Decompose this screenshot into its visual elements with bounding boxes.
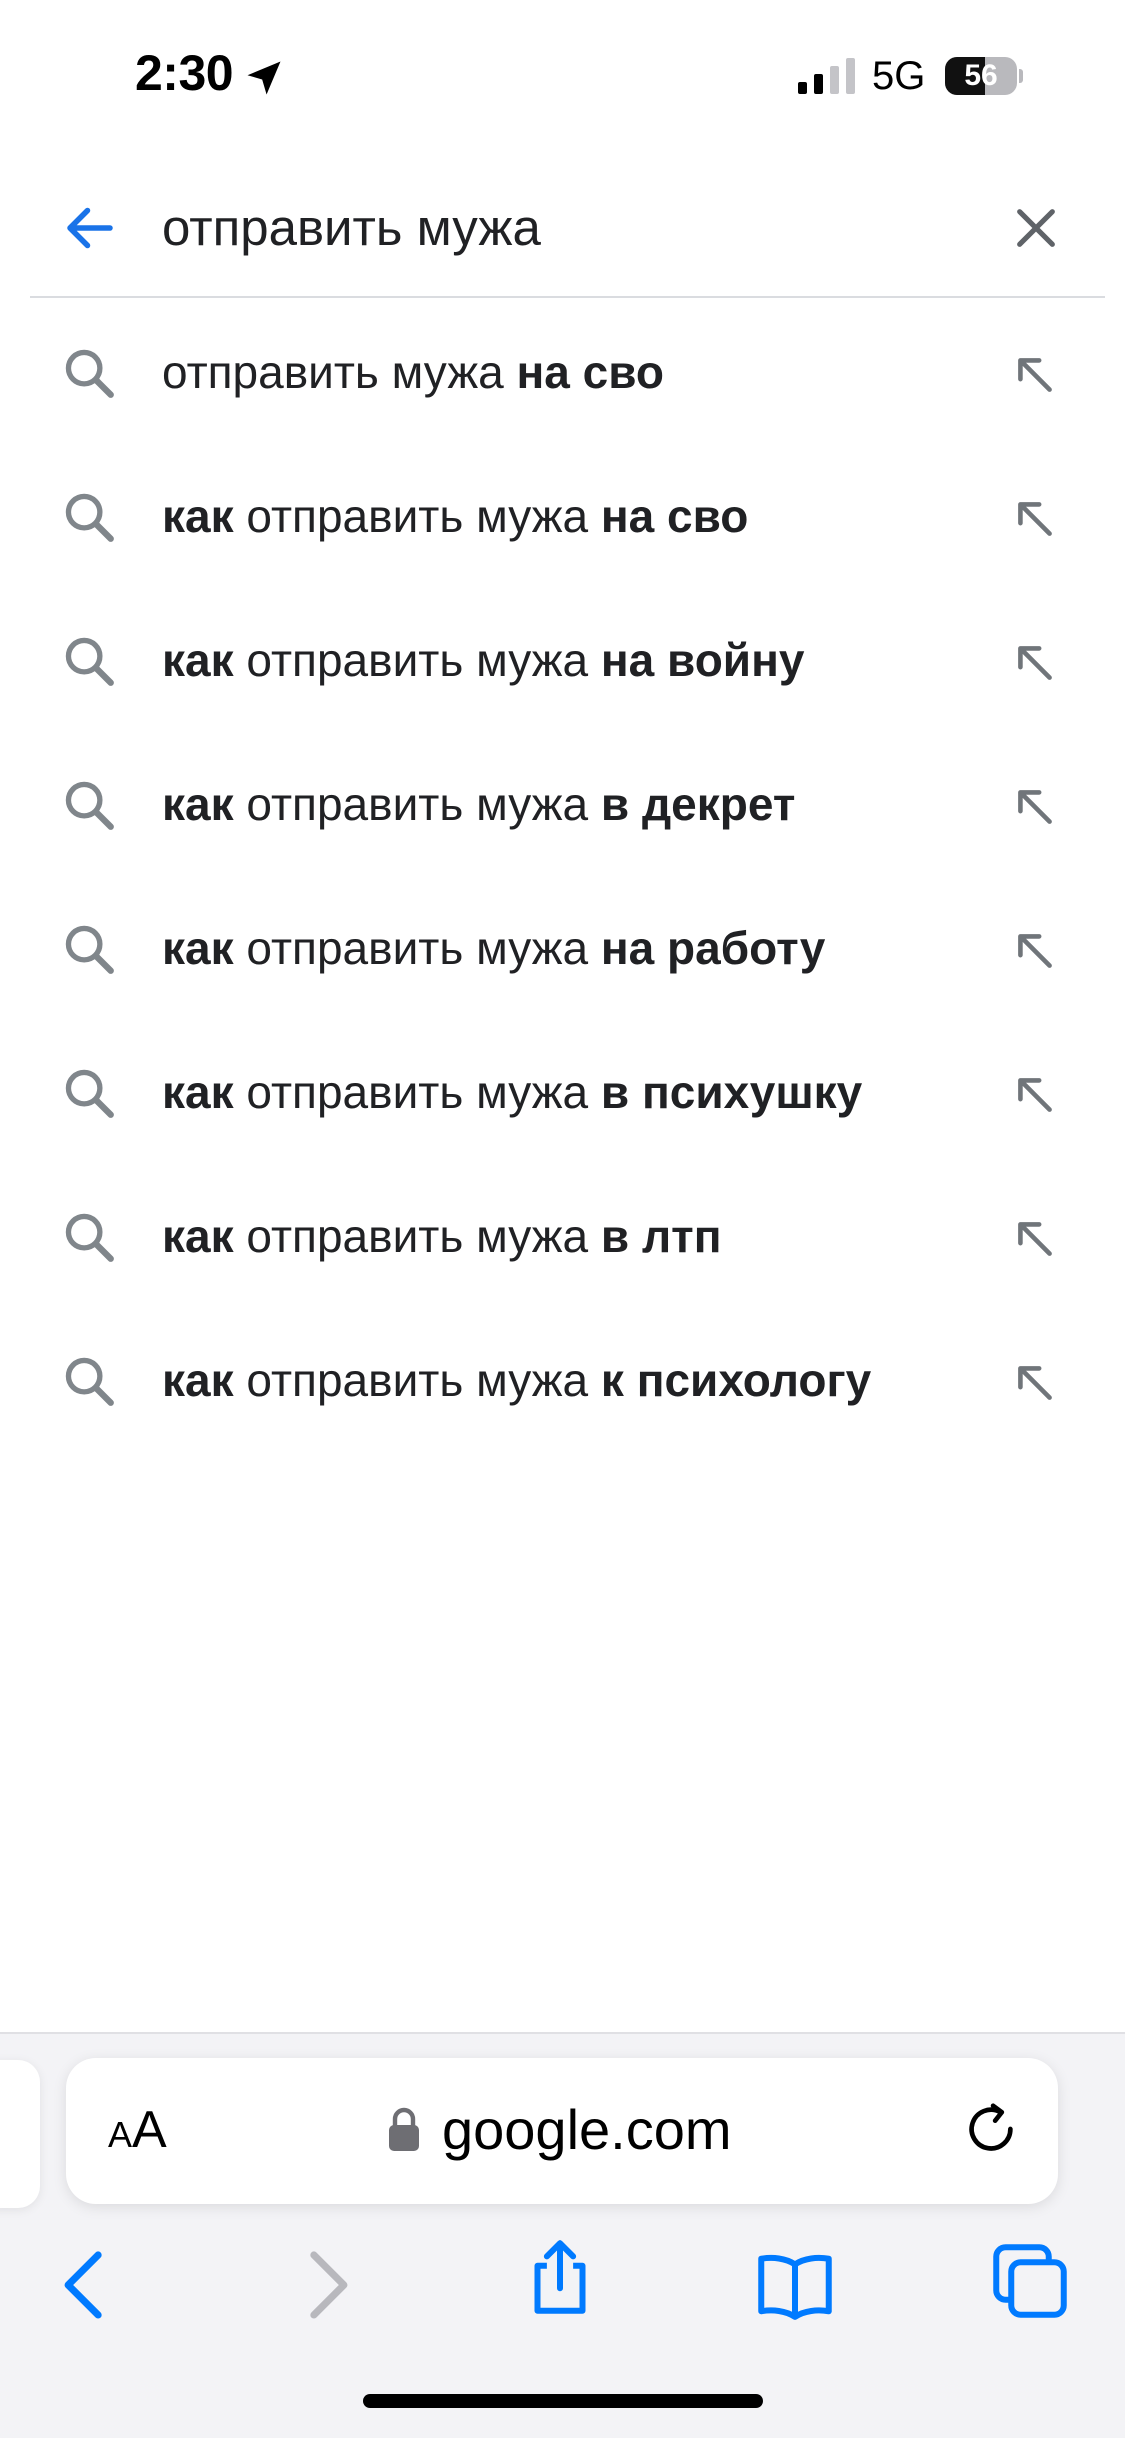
- search-icon: [65, 925, 114, 974]
- search-header: отправить мужа: [0, 160, 1125, 298]
- fill-query-arrow-icon[interactable]: [1010, 1070, 1060, 1120]
- location-arrow-icon: [247, 61, 281, 95]
- browser-toolbar: AA google.com: [0, 2032, 1125, 2438]
- suggestion-text: как отправить мужа к психологу: [162, 1354, 872, 1406]
- suggestion-item[interactable]: как отправить мужа в декрет: [0, 732, 1125, 876]
- suggestion-text: как отправить мужа на работу: [162, 922, 826, 974]
- suggestion-item[interactable]: как отправить мужа в лтп: [0, 1164, 1125, 1308]
- search-icon: [65, 493, 114, 542]
- suggestion-item[interactable]: как отправить мужа на сво: [0, 444, 1125, 588]
- suggestion-text: как отправить мужа в психушку: [162, 1066, 863, 1118]
- cellular-signal-icon: [798, 58, 855, 94]
- previous-tab-preview[interactable]: [0, 2060, 40, 2208]
- search-icon: [65, 637, 114, 686]
- battery-indicator: 56: [945, 57, 1023, 95]
- suggestion-text: как отправить мужа в декрет: [162, 778, 796, 830]
- battery-percent: 56: [964, 59, 998, 92]
- suggestion-item[interactable]: как отправить мужа к психологу: [0, 1308, 1125, 1452]
- search-icon: [65, 349, 114, 398]
- address-bar[interactable]: AA google.com: [66, 2058, 1058, 2204]
- suggestion-item[interactable]: как отправить мужа на работу: [0, 876, 1125, 1020]
- suggestion-item[interactable]: как отправить мужа в психушку: [0, 1020, 1125, 1164]
- suggestion-item[interactable]: как отправить мужа на войну: [0, 588, 1125, 732]
- suggestion-text: как отправить мужа на войну: [162, 634, 805, 686]
- search-icon: [65, 1213, 114, 1262]
- search-icon: [65, 1357, 114, 1406]
- back-chevron-icon[interactable]: [40, 2240, 130, 2330]
- suggestion-text: как отправить мужа на сво: [162, 490, 749, 542]
- fill-query-arrow-icon[interactable]: [1010, 926, 1060, 976]
- close-icon[interactable]: [1008, 200, 1064, 256]
- lock-icon: [389, 2107, 419, 2151]
- search-icon: [65, 1069, 114, 1118]
- fill-query-arrow-icon[interactable]: [1010, 1214, 1060, 1264]
- status-time: 2:30: [135, 45, 234, 101]
- header-divider: [30, 296, 1105, 298]
- search-input[interactable]: отправить мужа: [162, 196, 541, 260]
- fill-query-arrow-icon[interactable]: [1010, 638, 1060, 688]
- fill-query-arrow-icon[interactable]: [1010, 782, 1060, 832]
- suggestion-text: как отправить мужа в лтп: [162, 1210, 722, 1262]
- search-icon: [65, 781, 114, 830]
- url-text[interactable]: google.com: [442, 2092, 732, 2168]
- fill-query-arrow-icon[interactable]: [1010, 1358, 1060, 1408]
- fill-query-arrow-icon[interactable]: [1010, 494, 1060, 544]
- suggestion-text: отправить мужа на сво: [162, 346, 664, 398]
- share-icon[interactable]: [515, 2232, 605, 2322]
- home-indicator: [363, 2394, 763, 2408]
- suggestion-item[interactable]: отправить мужа на сво: [0, 300, 1125, 444]
- fill-query-arrow-icon[interactable]: [1010, 350, 1060, 400]
- forward-chevron-icon[interactable]: [282, 2240, 372, 2330]
- bookmarks-icon[interactable]: [750, 2240, 840, 2330]
- back-arrow-icon[interactable]: [60, 198, 120, 258]
- network-type: 5G: [872, 54, 926, 98]
- status-bar: 2:30 5G 56: [0, 0, 1125, 150]
- tabs-icon[interactable]: [985, 2236, 1075, 2326]
- reader-settings-button[interactable]: AA: [108, 2094, 167, 2166]
- reload-icon[interactable]: [960, 2098, 1022, 2160]
